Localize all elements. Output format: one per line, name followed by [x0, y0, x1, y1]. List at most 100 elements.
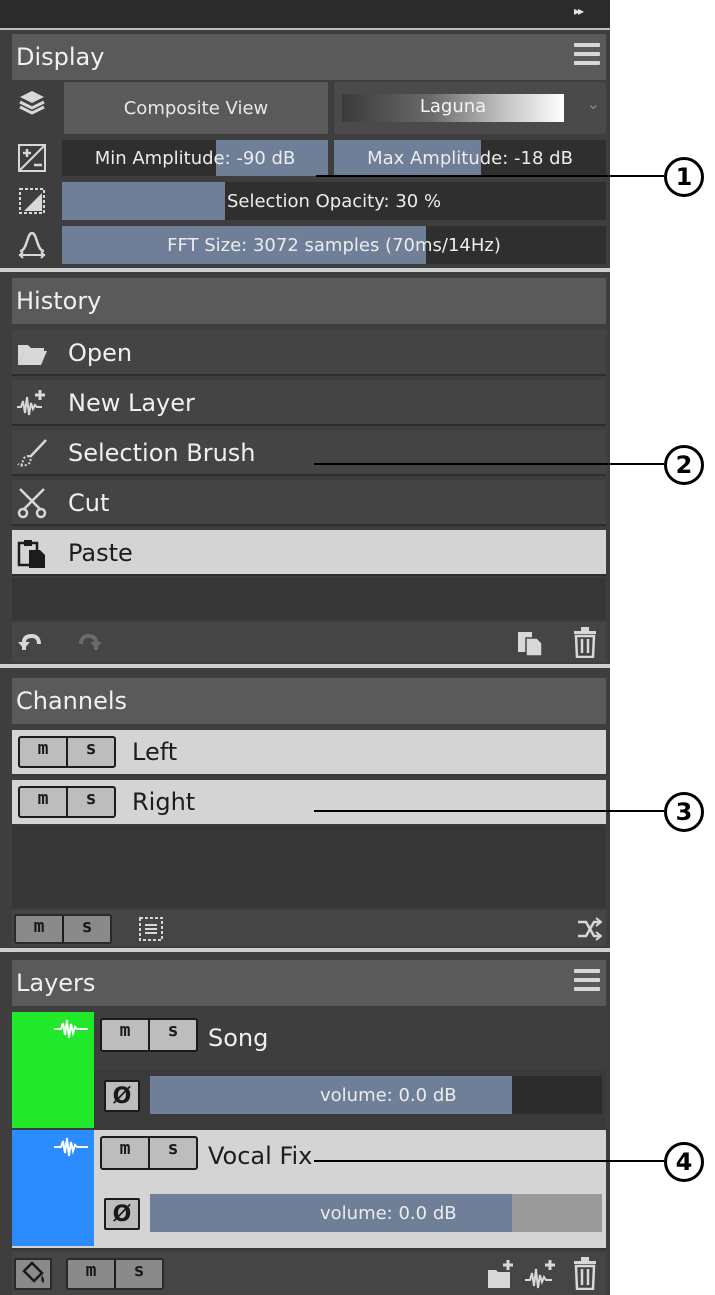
history-item-selection-brush[interactable]: Selection Brush — [12, 430, 606, 476]
min-amplitude-label: Min Amplitude: -90 dB — [94, 147, 296, 169]
history-item-label: Paste — [68, 539, 133, 567]
channels-header[interactable]: Channels — [12, 678, 606, 724]
history-title: History — [16, 287, 102, 315]
solo-button[interactable]: s — [66, 738, 114, 766]
side-panel: ▸▸ Display Composite View Laguna ⌄ Min A… — [0, 0, 610, 1295]
folder-icon — [18, 345, 47, 365]
all-mute-solo-group: m s — [66, 1258, 164, 1290]
history-header[interactable]: History — [12, 278, 606, 324]
volume-label: volume: 0.0 dB — [320, 1084, 457, 1106]
history-item-paste[interactable]: Paste — [12, 530, 606, 576]
colormap-label: Laguna — [419, 96, 487, 117]
layers-stack-icon — [12, 82, 52, 122]
paint-bucket-icon — [22, 1261, 45, 1283]
redo-icon[interactable] — [78, 632, 102, 654]
layers-title: Layers — [16, 969, 96, 997]
mute-solo-group: m s — [100, 1136, 198, 1170]
history-empty-area — [12, 578, 606, 620]
mute-button[interactable]: m — [20, 738, 66, 766]
callout-leader-2 — [314, 463, 664, 465]
undo-icon[interactable] — [18, 632, 42, 654]
layer-row-song[interactable]: m s Song Ø volume: 0.0 dB — [12, 1012, 606, 1130]
channel-row-right[interactable]: m s Right — [12, 780, 606, 826]
layer-top-row: m s Song — [94, 1012, 606, 1070]
composite-view-button[interactable]: Composite View — [64, 82, 328, 134]
mute-button[interactable]: m — [102, 1138, 148, 1168]
new-layer-icon — [17, 390, 45, 416]
mute-all-button[interactable]: m — [68, 1260, 114, 1288]
mute-solo-group: m s — [18, 736, 116, 768]
fft-size-label: FFT Size: 3072 samples (70ms/14Hz) — [167, 234, 501, 256]
phase-invert-button[interactable]: Ø — [104, 1198, 140, 1230]
layer-color-swatch — [12, 1130, 94, 1246]
mute-solo-group: m s — [100, 1018, 198, 1052]
solo-all-button[interactable]: s — [62, 916, 110, 942]
paste-icon — [17, 540, 45, 568]
callout-leader-4 — [314, 1160, 664, 1162]
mute-button[interactable]: m — [20, 788, 66, 816]
trash-icon[interactable] — [572, 1256, 598, 1290]
history-item-label: Cut — [68, 489, 110, 517]
solo-button[interactable]: s — [66, 788, 114, 816]
waveform-icon — [54, 1137, 88, 1157]
fft-icon — [12, 224, 52, 264]
solo-button[interactable]: s — [148, 1020, 196, 1050]
callout-leader-1 — [316, 175, 664, 177]
callout-1: 1 — [664, 157, 704, 197]
layer-row-vocal-fix[interactable]: m s Vocal Fix Ø volume: 0.0 dB — [12, 1130, 606, 1248]
all-mute-solo-group: m s — [14, 914, 112, 944]
min-amplitude-slider[interactable]: Min Amplitude: -90 dB — [62, 140, 328, 176]
volume-slider[interactable]: volume: 0.0 dB — [150, 1194, 602, 1232]
display-header[interactable]: Display — [12, 34, 606, 80]
menu-icon[interactable] — [574, 969, 600, 995]
layers-footer: m s — [12, 1252, 606, 1295]
channels-title: Channels — [16, 687, 128, 715]
history-item-label: New Layer — [68, 389, 195, 417]
callout-2: 2 — [664, 445, 704, 485]
amplitude-icon — [12, 138, 52, 178]
display-title: Display — [16, 43, 105, 71]
fft-size-slider[interactable]: FFT Size: 3072 samples (70ms/14Hz) — [62, 226, 606, 264]
shuffle-icon[interactable] — [576, 916, 602, 942]
volume-slider[interactable]: volume: 0.0 dB — [150, 1076, 602, 1114]
history-item-label: Selection Brush — [68, 439, 256, 467]
solo-all-button[interactable]: s — [114, 1260, 162, 1288]
brush-icon — [17, 439, 47, 467]
new-group-icon[interactable] — [486, 1258, 516, 1290]
history-footer — [12, 622, 606, 662]
channel-row-left[interactable]: m s Left — [12, 730, 606, 776]
history-item-cut[interactable]: Cut — [12, 480, 606, 526]
volume-label: volume: 0.0 dB — [320, 1202, 457, 1224]
channels-empty-area — [12, 826, 606, 908]
mute-button[interactable]: m — [102, 1020, 148, 1050]
history-item-open[interactable]: Open — [12, 330, 606, 376]
history-item-label: Open — [68, 339, 133, 367]
waveform-icon — [54, 1019, 88, 1039]
phase-invert-button[interactable]: Ø — [104, 1080, 140, 1112]
layer-name: Vocal Fix — [208, 1142, 313, 1170]
colormap-select[interactable]: Laguna ⌄ — [334, 82, 606, 134]
layers-header[interactable]: Layers — [12, 960, 606, 1006]
paste-icon[interactable] — [516, 628, 544, 656]
fill-bucket-button[interactable] — [14, 1258, 52, 1290]
max-amplitude-slider[interactable]: Max Amplitude: -18 dB — [334, 140, 606, 176]
menu-icon[interactable] — [574, 43, 600, 69]
selection-opacity-slider[interactable]: Selection Opacity: 30 % — [62, 182, 606, 220]
collapse-panel-icon[interactable]: ▸▸ — [574, 4, 584, 18]
layer-color-swatch — [12, 1012, 94, 1128]
panel-divider — [0, 948, 610, 952]
top-strip: ▸▸ — [0, 0, 610, 30]
select-all-icon[interactable] — [138, 916, 164, 942]
chevron-down-icon: ⌄ — [586, 94, 600, 113]
trash-icon[interactable] — [572, 626, 598, 658]
history-item-new-layer[interactable]: New Layer — [12, 380, 606, 426]
panel-divider — [0, 664, 610, 668]
solo-button[interactable]: s — [148, 1138, 196, 1168]
mute-all-button[interactable]: m — [16, 916, 62, 942]
layer-name: Song — [208, 1024, 269, 1052]
selection-opacity-icon — [12, 181, 52, 221]
new-layer-icon[interactable] — [524, 1258, 558, 1290]
max-amplitude-label: Max Amplitude: -18 dB — [367, 147, 573, 169]
channel-name: Right — [132, 788, 196, 816]
mute-solo-group: m s — [18, 786, 116, 818]
